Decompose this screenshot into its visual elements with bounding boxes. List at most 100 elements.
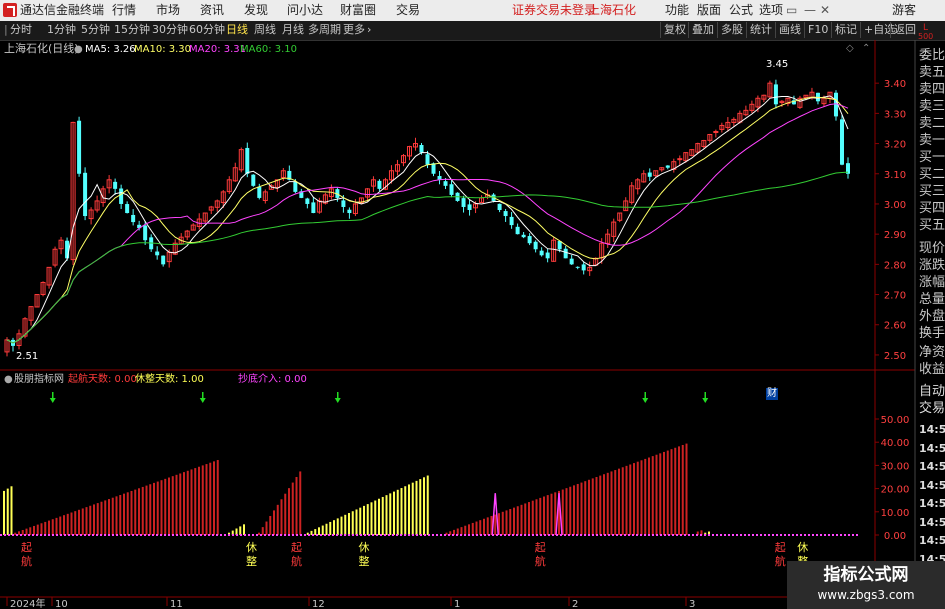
indicator-bar xyxy=(288,488,290,535)
indicator-bar xyxy=(269,515,272,535)
indicator-bar xyxy=(130,490,133,535)
restore-rights-button[interactable]: 复权 xyxy=(660,22,689,38)
signal-marker-label: 休 xyxy=(797,541,808,554)
tab-period-weekly[interactable]: 周线 xyxy=(254,23,276,37)
indicator-bar xyxy=(18,531,20,535)
quote-label-2: 卖四 xyxy=(919,82,945,97)
indicator-bar xyxy=(573,485,575,535)
draw-line-button[interactable]: 画线 xyxy=(775,22,804,38)
chevron-right-icon[interactable]: › xyxy=(367,23,371,37)
tab-period-daily[interactable]: 日线 xyxy=(226,23,248,37)
indicator-bar xyxy=(340,516,343,535)
indicator-bar xyxy=(126,492,129,535)
indicator-bar xyxy=(276,504,279,535)
back-button[interactable]: 返回 xyxy=(890,22,919,38)
tab-period-60min[interactable]: 60分钟 xyxy=(189,23,225,37)
candle-body-down xyxy=(131,214,136,223)
login-notice[interactable]: 证券交易未登录 xyxy=(512,3,596,17)
indicator-bar xyxy=(415,480,418,535)
indicator-tick-label: 0.00 xyxy=(884,531,906,542)
signal-marker-label: 航 xyxy=(535,554,546,568)
tab-period-more[interactable]: 更多 xyxy=(343,23,365,37)
pin-button[interactable]: — xyxy=(804,3,816,17)
menu-item-wealth[interactable]: 财富圈 xyxy=(340,3,376,17)
close-button[interactable]: ✕ xyxy=(820,3,830,17)
quote-label-10: 买五 xyxy=(919,218,945,233)
indicator-bar xyxy=(3,490,5,535)
indicator-bar xyxy=(670,449,673,535)
candle-body-down xyxy=(161,255,166,265)
indicator-bar xyxy=(546,495,549,535)
statistics-button[interactable]: 统计 xyxy=(746,22,775,38)
indicator-bar xyxy=(348,513,350,535)
indicator-bar xyxy=(396,489,399,535)
mark-button[interactable]: 标记 xyxy=(831,22,860,38)
chart-canvas[interactable]: 3.40 3.30 3.20 3.10 3.00 2.90 2.80 2.70 2.60 2.50… xyxy=(0,40,945,609)
menu-item-ask[interactable]: 问小达 xyxy=(287,3,323,17)
tick-time-4: 14:56 xyxy=(919,497,945,510)
tab-period-5min[interactable]: 5分钟 xyxy=(81,23,110,37)
indicator-bar xyxy=(295,477,298,535)
quote-label-0: 委比 xyxy=(919,48,945,63)
menu-item-function[interactable]: 功能 xyxy=(665,3,689,17)
candle-body-down xyxy=(83,172,88,217)
menu-item-trade[interactable]: 交易 xyxy=(396,3,420,17)
tab-period-30min[interactable]: 30分钟 xyxy=(152,23,188,37)
menu-item-options[interactable]: 选项 xyxy=(759,3,783,17)
menu-item-formula[interactable]: 公式 xyxy=(729,3,753,17)
candle-body-down xyxy=(545,252,550,259)
menu-item-quotes[interactable]: 行情 xyxy=(112,3,136,17)
quote-label-20[interactable]: 交易 xyxy=(919,401,945,417)
menu-item-layout[interactable]: 版面 xyxy=(697,3,721,17)
quote-label-1: 卖五 xyxy=(919,65,945,80)
tab-period-multi[interactable]: 多周期 xyxy=(308,23,341,37)
indicator-bar xyxy=(659,453,662,535)
indicator-bar xyxy=(614,470,617,535)
tab-period-1min[interactable]: 1分钟 xyxy=(47,23,76,37)
candle-body-down xyxy=(119,188,124,204)
indicator-bar xyxy=(423,477,425,535)
indicator-tick-label: 40.00 xyxy=(881,438,910,449)
indicator-bar xyxy=(588,479,590,535)
candle-body-down xyxy=(155,251,160,256)
candle-body-down xyxy=(293,181,298,192)
indicator-bar xyxy=(44,521,47,535)
signal-marker-label: 休 xyxy=(359,541,370,554)
x-tick-label: 1 xyxy=(454,599,460,609)
quote-label-14: 总量 xyxy=(919,292,945,307)
minimize-button[interactable]: ▭ xyxy=(786,3,797,17)
overlay-button[interactable]: 叠加 xyxy=(688,22,717,38)
candle-body-down xyxy=(569,258,574,265)
indicator-bar xyxy=(156,481,159,535)
tick-time-2: 14:56 xyxy=(919,460,945,473)
menu-item-discover[interactable]: 发现 xyxy=(244,3,268,17)
quote-label-4: 卖二 xyxy=(919,116,945,131)
indicator-bar xyxy=(153,482,155,535)
indicator-bar xyxy=(48,520,50,535)
indicator-bar xyxy=(321,525,324,535)
candle-body-down xyxy=(311,202,316,214)
guest-label[interactable]: 游客 xyxy=(892,3,916,17)
tab-period-15min[interactable]: 15分钟 xyxy=(114,23,150,37)
tick-time-3: 14:56 xyxy=(919,478,945,492)
indicator-bar xyxy=(21,529,24,535)
indicator-bar xyxy=(100,501,103,535)
menu-item-market[interactable]: 市场 xyxy=(156,3,180,17)
tab-period-monthly[interactable]: 月线 xyxy=(282,23,304,37)
multi-stock-button[interactable]: 多股 xyxy=(717,22,746,38)
signal-marker-label: 休 xyxy=(246,541,257,554)
indicator-bar xyxy=(89,505,92,535)
indicator-bar xyxy=(183,472,185,535)
candle-body-down xyxy=(665,165,670,168)
indicator-bar xyxy=(599,475,602,535)
tab-period-timeshare[interactable]: 分时 xyxy=(10,23,32,37)
indicator-bar xyxy=(78,509,80,535)
menu-item-news[interactable]: 资讯 xyxy=(200,3,224,17)
candle-body-down xyxy=(143,225,148,241)
arrow-down-icon xyxy=(702,398,709,403)
quote-label-19[interactable]: 自动 xyxy=(919,384,945,400)
indicator-bar xyxy=(610,471,613,535)
indicator-bar xyxy=(141,486,144,535)
price-tick-label: 3.20 xyxy=(884,140,906,151)
f10-button[interactable]: F10 xyxy=(804,22,831,38)
